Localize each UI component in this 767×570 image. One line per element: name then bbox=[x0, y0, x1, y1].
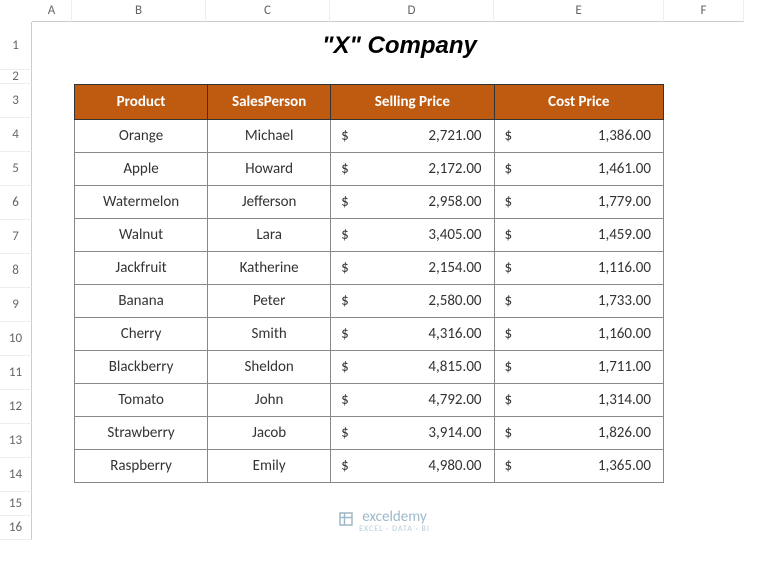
cell-cost-price[interactable]: $1,779.00 bbox=[494, 186, 663, 219]
table-header-row: Product SalesPerson Selling Price Cost P… bbox=[75, 85, 664, 120]
cell-product[interactable]: Apple bbox=[75, 153, 208, 186]
page-title[interactable]: "X" Company bbox=[32, 22, 767, 70]
cell-cost-price[interactable]: $1,733.00 bbox=[494, 285, 663, 318]
cell-cost-price[interactable]: $1,386.00 bbox=[494, 120, 663, 153]
table-row: AppleHoward$2,172.00$1,461.00 bbox=[75, 153, 664, 186]
cell-salesperson[interactable]: Jefferson bbox=[208, 186, 331, 219]
row-header-12[interactable]: 12 bbox=[0, 390, 32, 424]
row-header-8[interactable]: 8 bbox=[0, 254, 32, 288]
row-header-6[interactable]: 6 bbox=[0, 186, 32, 220]
cell-selling-price[interactable]: $3,914.00 bbox=[331, 417, 494, 450]
cell-salesperson[interactable]: Jacob bbox=[208, 417, 331, 450]
row-header-2[interactable]: 2 bbox=[0, 70, 32, 84]
cell-selling-price[interactable]: $2,958.00 bbox=[331, 186, 494, 219]
cell-cost-price[interactable]: $1,160.00 bbox=[494, 318, 663, 351]
cell-product[interactable]: Watermelon bbox=[75, 186, 208, 219]
cell-cost-price[interactable]: $1,711.00 bbox=[494, 351, 663, 384]
col-header-E[interactable]: E bbox=[494, 0, 664, 22]
cell-product[interactable]: Raspberry bbox=[75, 450, 208, 483]
header-selling-price[interactable]: Selling Price bbox=[331, 85, 494, 120]
col-header-F[interactable]: F bbox=[664, 0, 744, 22]
cell-cost-price[interactable]: $1,461.00 bbox=[494, 153, 663, 186]
header-cost-price[interactable]: Cost Price bbox=[494, 85, 663, 120]
cell-selling-price[interactable]: $4,316.00 bbox=[331, 318, 494, 351]
table-row: OrangeMichael$2,721.00$1,386.00 bbox=[75, 120, 664, 153]
row-header-4[interactable]: 4 bbox=[0, 118, 32, 152]
col-header-B[interactable]: B bbox=[72, 0, 206, 22]
header-product[interactable]: Product bbox=[75, 85, 208, 120]
cell-selling-price[interactable]: $2,721.00 bbox=[331, 120, 494, 153]
table-row: CherrySmith$4,316.00$1,160.00 bbox=[75, 318, 664, 351]
row-header-5[interactable]: 5 bbox=[0, 152, 32, 186]
cell-salesperson[interactable]: Emily bbox=[208, 450, 331, 483]
cell-selling-price[interactable]: $3,405.00 bbox=[331, 219, 494, 252]
col-header-D[interactable]: D bbox=[330, 0, 494, 22]
row-header-1[interactable]: 1 bbox=[0, 22, 32, 70]
cell-salesperson[interactable]: Michael bbox=[208, 120, 331, 153]
header-salesperson[interactable]: SalesPerson bbox=[208, 85, 331, 120]
cell-salesperson[interactable]: Lara bbox=[208, 219, 331, 252]
cell-salesperson[interactable]: Katherine bbox=[208, 252, 331, 285]
table-row: BlackberrySheldon$4,815.00$1,711.00 bbox=[75, 351, 664, 384]
cell-cost-price[interactable]: $1,314.00 bbox=[494, 384, 663, 417]
cell-product[interactable]: Cherry bbox=[75, 318, 208, 351]
cell-salesperson[interactable]: Peter bbox=[208, 285, 331, 318]
cell-cost-price[interactable]: $1,365.00 bbox=[494, 450, 663, 483]
watermark-sub: EXCEL · DATA · BI bbox=[359, 524, 430, 534]
cell-selling-price[interactable]: $4,792.00 bbox=[331, 384, 494, 417]
row-header-14[interactable]: 14 bbox=[0, 458, 32, 492]
cell-product[interactable]: Tomato bbox=[75, 384, 208, 417]
spreadsheet-icon bbox=[337, 510, 355, 533]
row-header-10[interactable]: 10 bbox=[0, 322, 32, 356]
table-row: RaspberryEmily$4,980.00$1,365.00 bbox=[75, 450, 664, 483]
cell-product[interactable]: Blackberry bbox=[75, 351, 208, 384]
row-header-13[interactable]: 13 bbox=[0, 424, 32, 458]
cell-salesperson[interactable]: Sheldon bbox=[208, 351, 331, 384]
cell-cost-price[interactable]: $1,459.00 bbox=[494, 219, 663, 252]
cell-selling-price[interactable]: $2,172.00 bbox=[331, 153, 494, 186]
table-row: BananaPeter$2,580.00$1,733.00 bbox=[75, 285, 664, 318]
cell-selling-price[interactable]: $2,154.00 bbox=[331, 252, 494, 285]
cell-product[interactable]: Orange bbox=[75, 120, 208, 153]
cell-product[interactable]: Strawberry bbox=[75, 417, 208, 450]
cell-cost-price[interactable]: $1,116.00 bbox=[494, 252, 663, 285]
table-row: JackfruitKatherine$2,154.00$1,116.00 bbox=[75, 252, 664, 285]
cell-salesperson[interactable]: Smith bbox=[208, 318, 331, 351]
row-header-3[interactable]: 3 bbox=[0, 84, 32, 118]
table-row: StrawberryJacob$3,914.00$1,826.00 bbox=[75, 417, 664, 450]
cell-salesperson[interactable]: John bbox=[208, 384, 331, 417]
table-row: WatermelonJefferson$2,958.00$1,779.00 bbox=[75, 186, 664, 219]
cell-selling-price[interactable]: $4,815.00 bbox=[331, 351, 494, 384]
table-row: TomatoJohn$4,792.00$1,314.00 bbox=[75, 384, 664, 417]
data-table: Product SalesPerson Selling Price Cost P… bbox=[74, 84, 664, 483]
row-header-7[interactable]: 7 bbox=[0, 220, 32, 254]
cell-cost-price[interactable]: $1,826.00 bbox=[494, 417, 663, 450]
col-header-C[interactable]: C bbox=[206, 0, 330, 22]
cell-product[interactable]: Walnut bbox=[75, 219, 208, 252]
row-header-11[interactable]: 11 bbox=[0, 356, 32, 390]
col-header-A[interactable]: A bbox=[32, 0, 72, 22]
cell-salesperson[interactable]: Howard bbox=[208, 153, 331, 186]
table-row: WalnutLara$3,405.00$1,459.00 bbox=[75, 219, 664, 252]
cell-selling-price[interactable]: $4,980.00 bbox=[331, 450, 494, 483]
cell-product[interactable]: Jackfruit bbox=[75, 252, 208, 285]
row-header-9[interactable]: 9 bbox=[0, 288, 32, 322]
cell-selling-price[interactable]: $2,580.00 bbox=[331, 285, 494, 318]
watermark: exceldemy EXCEL · DATA · BI bbox=[0, 508, 767, 534]
cell-product[interactable]: Banana bbox=[75, 285, 208, 318]
